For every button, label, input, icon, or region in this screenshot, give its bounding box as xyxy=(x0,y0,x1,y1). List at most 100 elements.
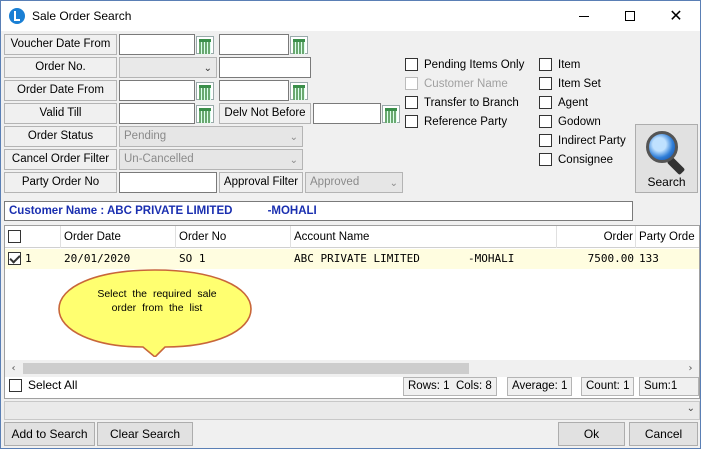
order-no-input[interactable] xyxy=(219,57,311,78)
checkbox-label: Item xyxy=(558,58,581,71)
order-no-label: Order No. xyxy=(4,57,117,78)
column-header-order[interactable]: Order xyxy=(557,226,636,248)
search-button[interactable]: Search xyxy=(635,124,698,193)
row-number: 1 xyxy=(25,252,32,265)
agent-checkbox[interactable]: Agent xyxy=(539,96,588,109)
valid-till-input[interactable] xyxy=(119,103,195,124)
checkbox-box xyxy=(405,58,418,71)
order-status-value: Pending xyxy=(124,130,167,142)
column-header-order-no[interactable]: Order No xyxy=(176,226,291,248)
checkbox-label: Consignee xyxy=(558,153,613,166)
column-header-select[interactable] xyxy=(5,226,61,248)
help-callout: Select the required sale order from the … xyxy=(55,267,255,357)
chevron-down-icon: ⌄ xyxy=(203,63,212,74)
checkbox-box xyxy=(405,115,418,128)
status-average: Average: 1 xyxy=(507,377,573,396)
minimize-button[interactable] xyxy=(561,1,607,31)
delv-not-before-label: Delv Not Before xyxy=(219,103,311,124)
cancel-order-filter-label: Cancel Order Filter xyxy=(4,149,117,170)
transfer-to-branch-checkbox[interactable]: Transfer to Branch xyxy=(405,96,519,109)
checkbox-box xyxy=(539,58,552,71)
cell-order-amount: 7500.00 xyxy=(587,252,634,265)
status-count: Count: 1 xyxy=(581,377,635,396)
status-sum: Sum:1 xyxy=(639,377,699,396)
column-header-order-date[interactable]: Order Date xyxy=(61,226,176,248)
checkbox-label: Customer Name xyxy=(424,77,508,90)
status-rows-cols: Rows: 1 Cols: 8 xyxy=(403,377,497,396)
checkbox-label: Indirect Party xyxy=(558,134,626,147)
status-cols: Cols: 8 xyxy=(455,380,492,392)
scrollbar-thumb[interactable] xyxy=(23,363,469,374)
order-no-series-select[interactable]: ⌄ xyxy=(119,57,217,78)
row-checkbox[interactable] xyxy=(8,252,21,265)
party-order-no-input[interactable] xyxy=(119,172,217,193)
cell-account-city: -MOHALI xyxy=(468,252,515,265)
grid-header: Order Date Order No Account Name Order P… xyxy=(5,226,699,248)
minimize-icon xyxy=(579,15,589,17)
approval-filter-label: Approval Filter xyxy=(219,172,303,193)
scroll-right-icon[interactable]: › xyxy=(682,360,699,377)
approval-filter-select[interactable]: Approved ⌄ xyxy=(305,172,403,193)
cancel-button[interactable]: Cancel xyxy=(629,422,698,446)
scroll-left-icon[interactable]: ‹ xyxy=(5,360,22,377)
item-set-checkbox[interactable]: Item Set xyxy=(539,77,601,90)
calendar-icon[interactable] xyxy=(290,82,308,100)
cancel-order-filter-select[interactable]: Un-Cancelled ⌄ xyxy=(119,149,303,170)
order-date-from-input[interactable] xyxy=(119,80,195,101)
voucher-date-to-input[interactable] xyxy=(219,34,289,55)
checkbox-box xyxy=(539,115,552,128)
close-icon: ✕ xyxy=(669,6,683,25)
checkbox-box xyxy=(539,134,552,147)
ok-button[interactable]: Ok xyxy=(558,422,625,446)
horizontal-scrollbar[interactable]: ‹ › xyxy=(5,360,699,377)
title-bar: Sale Order Search ✕ xyxy=(1,1,700,31)
reference-party-checkbox[interactable]: Reference Party xyxy=(405,115,507,128)
customer-name-checkbox: Customer Name xyxy=(405,77,508,90)
calendar-icon[interactable] xyxy=(196,82,214,100)
close-button[interactable]: ✕ xyxy=(653,1,699,31)
callout-text: Select the required sale order from the … xyxy=(97,288,217,314)
table-row[interactable]: 1 20/01/2020 SO 1 ABC PRIVATE LIMITED -M… xyxy=(5,249,699,269)
cancel-order-filter-value: Un-Cancelled xyxy=(124,153,194,165)
window-title: Sale Order Search xyxy=(32,9,132,23)
calendar-icon[interactable] xyxy=(290,36,308,54)
checkbox-box xyxy=(539,77,552,90)
valid-till-label: Valid Till xyxy=(4,103,117,124)
checkbox-box xyxy=(405,77,418,90)
order-status-select[interactable]: Pending ⌄ xyxy=(119,126,303,147)
checkbox-label: Pending Items Only xyxy=(424,58,525,71)
chevron-down-icon[interactable]: ⌄ xyxy=(687,403,695,414)
select-all-rows-checkbox[interactable] xyxy=(8,230,21,243)
select-all-label: Select All xyxy=(28,378,78,392)
calendar-icon[interactable] xyxy=(382,105,400,123)
calendar-icon[interactable] xyxy=(196,105,214,123)
checkbox-box xyxy=(539,96,552,109)
select-all-checkbox[interactable]: Select All xyxy=(9,378,77,392)
status-rows: Rows: 1 xyxy=(408,380,450,392)
column-header-account-name[interactable]: Account Name xyxy=(291,226,557,248)
magnifier-icon xyxy=(646,131,678,163)
checkbox-label: Reference Party xyxy=(424,115,508,128)
delv-not-before-input[interactable] xyxy=(313,103,381,124)
consignee-checkbox[interactable]: Consignee xyxy=(539,153,613,166)
checkbox-label: Item Set xyxy=(558,77,601,90)
clear-search-button[interactable]: Clear Search xyxy=(97,422,193,446)
chevron-down-icon: ⌄ xyxy=(389,178,398,189)
sale-order-search-window: Sale Order Search ✕ Voucher Date From Or… xyxy=(0,0,701,449)
cell-order-no: SO 1 xyxy=(179,252,206,265)
pending-items-only-checkbox[interactable]: Pending Items Only xyxy=(405,58,524,71)
maximize-button[interactable] xyxy=(607,1,653,31)
cell-order-date: 20/01/2020 xyxy=(64,252,131,265)
checkbox-box xyxy=(539,153,552,166)
indirect-party-checkbox[interactable]: Indirect Party xyxy=(539,134,626,147)
godown-checkbox[interactable]: Godown xyxy=(539,115,601,128)
expand-panel-strip[interactable]: ⌄ xyxy=(4,401,700,420)
item-checkbox[interactable]: Item xyxy=(539,58,580,71)
add-to-search-button[interactable]: Add to Search xyxy=(4,422,95,446)
calendar-icon[interactable] xyxy=(196,36,214,54)
order-date-to-input[interactable] xyxy=(219,80,289,101)
column-header-party-order[interactable]: Party Orde xyxy=(636,226,699,248)
voucher-date-from-input[interactable] xyxy=(119,34,195,55)
voucher-date-from-label: Voucher Date From xyxy=(4,34,117,55)
chevron-down-icon: ⌄ xyxy=(289,155,298,166)
